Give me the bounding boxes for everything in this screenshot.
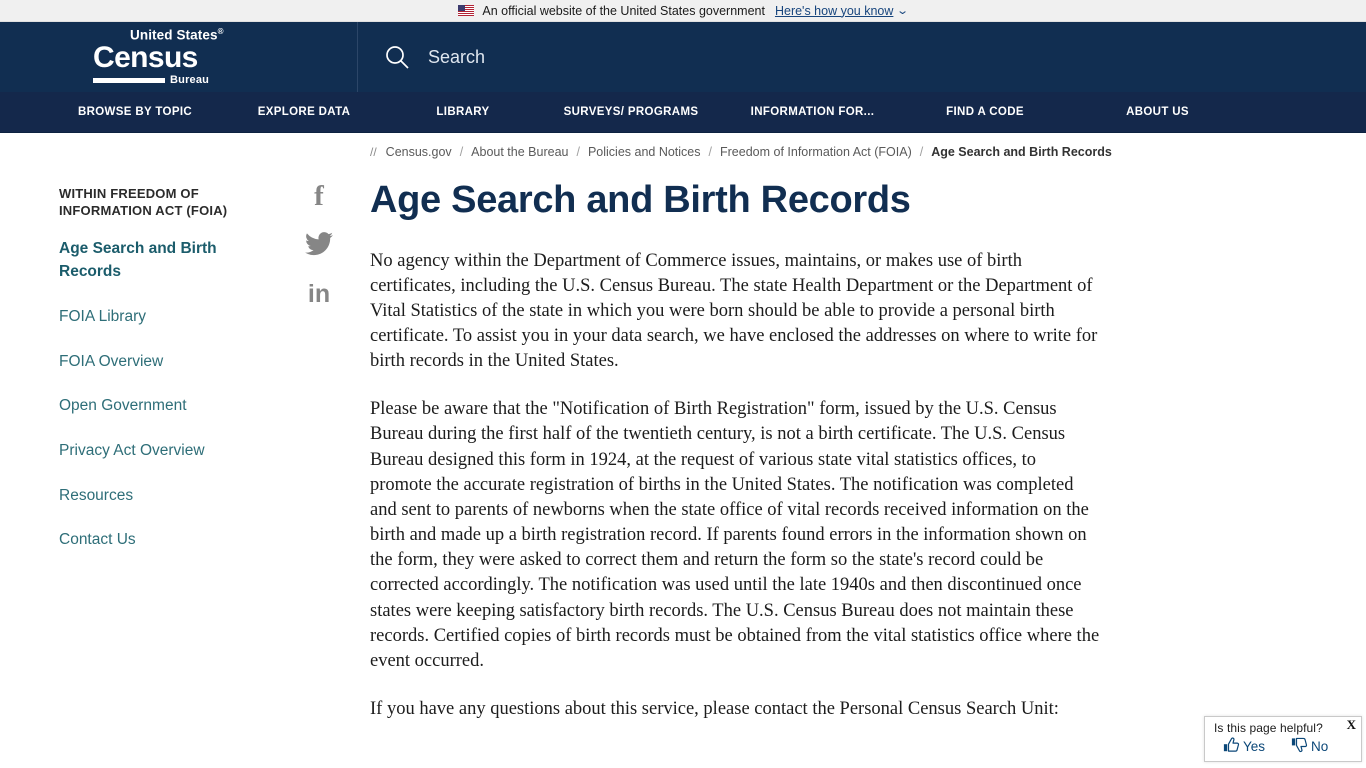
sidebar-item-open-government[interactable]: Open Government [59,394,264,418]
body-paragraph-3: If you have any questions about this ser… [370,699,1059,720]
census-logo: United States® Census Bureau [93,26,224,87]
sidebar: WITHIN FREEDOM OF INFORMATION ACT (FOIA)… [0,159,370,573]
sidebar-nav-list: Age Search and Birth Records FOIA Librar… [59,237,264,553]
breadcrumb-current-page: Age Search and Birth Records [931,144,1112,159]
breadcrumb-item-foia[interactable]: Freedom of Information Act (FOIA) [720,145,912,159]
chevron-down-icon[interactable]: ⌄ [897,4,910,17]
breadcrumb-prefix: // [370,144,377,159]
sidebar-item-contact-us[interactable]: Contact Us [59,528,264,552]
site-header: United States® Census Bureau Search [0,22,1366,92]
thumbs-down-icon [1291,737,1311,756]
breadcrumb-separator: / [919,144,924,159]
nav-item-about-us[interactable]: ABOUT US [1070,106,1245,118]
us-flag-icon [458,5,475,16]
feedback-widget: X Is this page helpful? Yes No [1204,716,1362,762]
breadcrumb-separator: / [576,144,580,159]
page-body: WITHIN FREEDOM OF INFORMATION ACT (FOIA)… [0,159,1366,745]
nav-item-library[interactable]: LIBRARY [389,106,537,118]
nav-item-explore-data[interactable]: EXPLORE DATA [219,106,389,118]
breadcrumb-separator: / [708,144,712,159]
gov-banner: An official website of the United States… [0,0,1366,22]
search-placeholder: Search [428,46,486,67]
heres-how-you-know-link[interactable]: Here's how you know [775,4,893,18]
breadcrumb-separator: / [459,144,464,159]
breadcrumb: // Census.gov / About the Bureau / Polic… [0,133,1366,159]
sidebar-item-foia-library[interactable]: FOIA Library [59,305,264,329]
feedback-question: Is this page helpful? [1214,721,1323,735]
search-icon[interactable] [384,44,410,70]
feedback-yes-label: Yes [1243,739,1266,754]
main-content: Age Search and Birth Records No agency w… [370,159,1366,745]
sidebar-item-resources[interactable]: Resources [59,484,264,508]
search-input[interactable]: Search [358,22,1366,92]
close-icon[interactable]: X [1347,717,1356,733]
breadcrumb-item-policies-and-notices[interactable]: Policies and Notices [588,145,701,159]
feedback-no-button[interactable]: No [1291,737,1328,756]
body-paragraph-1: No agency within the Department of Comme… [370,250,1098,372]
nav-item-surveys-programs[interactable]: SURVEYS/ PROGRAMS [537,106,725,118]
breadcrumb-item-census-gov[interactable]: Census.gov [386,145,452,159]
facebook-icon[interactable]: f [305,182,333,211]
breadcrumb-item-about-the-bureau[interactable]: About the Bureau [471,145,568,159]
main-navigation: BROWSE BY TOPIC EXPLORE DATA LIBRARY SUR… [0,92,1366,133]
census-logo-link[interactable]: United States® Census Bureau [0,22,358,92]
thumbs-up-icon [1223,737,1243,756]
logo-bureau-word: Bureau [170,74,210,87]
nav-item-browse-by-topic[interactable]: BROWSE BY TOPIC [51,106,219,118]
feedback-buttons: Yes No [1205,737,1361,756]
logo-bar [93,78,165,84]
gov-banner-text: An official website of the United States… [482,3,765,18]
sidebar-item-foia-overview[interactable]: FOIA Overview [59,350,264,374]
feedback-no-label: No [1311,739,1329,754]
nav-item-find-a-code[interactable]: FIND A CODE [900,106,1070,118]
social-share-column: f in [305,182,337,330]
logo-united-states: United States® [130,26,224,43]
sidebar-item-privacy-act-overview[interactable]: Privacy Act Overview [59,439,264,463]
logo-census-word: Census [93,40,198,74]
twitter-icon[interactable] [305,232,333,260]
sidebar-item-age-search-and-birth-records[interactable]: Age Search and Birth Records [59,237,264,284]
sidebar-section-title: WITHIN FREEDOM OF INFORMATION ACT (FOIA) [59,186,228,219]
linkedin-icon[interactable]: in [305,281,333,309]
page-title: Age Search and Birth Records [370,179,911,221]
feedback-yes-button[interactable]: Yes [1223,737,1265,756]
nav-item-information-for[interactable]: INFORMATION FOR... [725,106,900,118]
body-paragraph-2: Please be aware that the "Notification o… [370,399,1100,671]
